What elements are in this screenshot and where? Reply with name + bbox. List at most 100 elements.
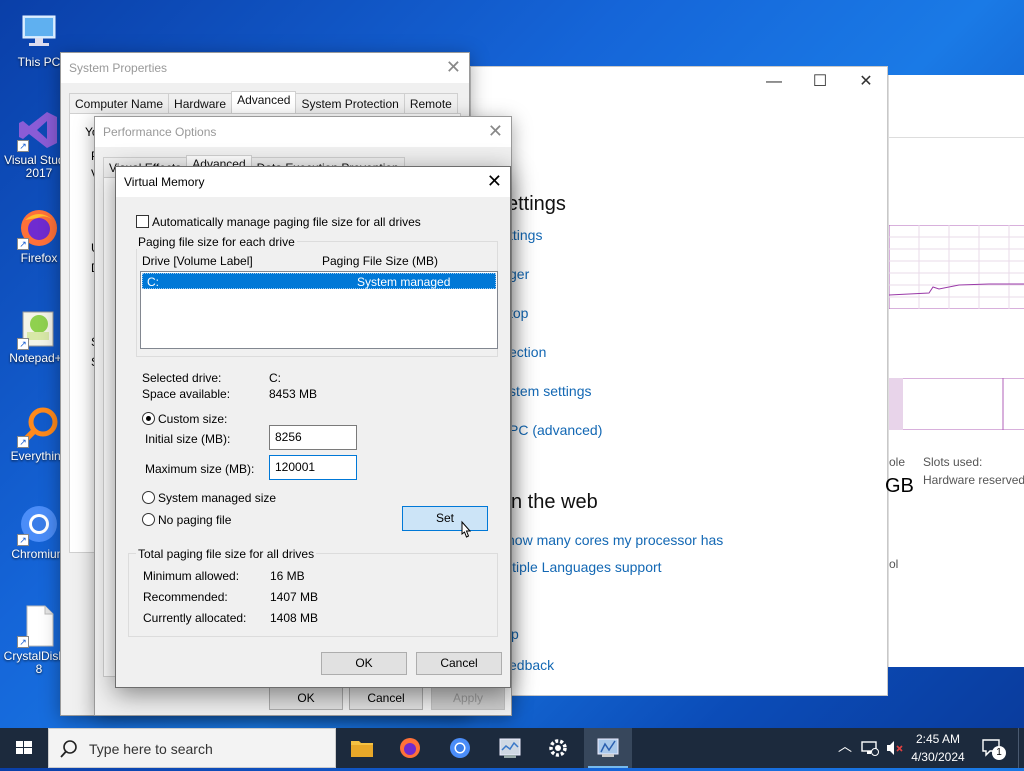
label-slots-used: Slots used: xyxy=(923,455,983,469)
cancel-button[interactable]: Cancel xyxy=(416,652,502,675)
taskbar-settings[interactable] xyxy=(534,728,582,768)
minimum-allowed-label: Minimum allowed: xyxy=(143,569,240,583)
paging-group-title: Paging file size for each drive xyxy=(136,235,297,249)
auto-manage-checkbox[interactable] xyxy=(136,215,149,228)
network-icon[interactable] xyxy=(860,738,880,758)
shortcut-arrow-icon: ↗ xyxy=(17,534,29,546)
clock-date[interactable]: 4/30/2024 xyxy=(904,750,972,764)
taskbar-search-box[interactable]: Type here to search xyxy=(48,728,336,768)
recommended-value: 1407 MB xyxy=(270,590,319,604)
taskbar: Type here to search ︿ 2:45 AM 4/30/2024 … xyxy=(0,728,1024,768)
ok-button[interactable]: OK xyxy=(321,652,407,675)
chromium-icon: ↗ xyxy=(17,502,61,546)
selected-drive-label: Selected drive: xyxy=(142,371,222,385)
settings-link[interactable]: PC (advanced) xyxy=(509,422,602,438)
volume-muted-icon[interactable] xyxy=(884,738,904,758)
shortcut-arrow-icon: ↗ xyxy=(17,338,29,350)
document-icon: ↗ xyxy=(17,604,61,648)
settings-heading: ettings xyxy=(507,193,566,215)
total-group-title: Total paging file size for all drives xyxy=(136,547,317,561)
tab-strip-line xyxy=(889,137,1024,138)
minimize-button[interactable]: — xyxy=(751,71,797,93)
custom-size-radio[interactable] xyxy=(142,412,155,425)
tab-hardware[interactable]: Hardware xyxy=(168,93,233,114)
label-ol: ol xyxy=(889,557,899,571)
custom-size-label[interactable]: Custom size: xyxy=(158,412,227,426)
shortcut-arrow-icon: ↗ xyxy=(17,140,29,152)
label-hardware-reserved: Hardware reserved: xyxy=(923,473,1024,487)
dialog-title: Performance Options xyxy=(103,125,217,139)
memory-composition-bar xyxy=(889,378,1024,430)
column-size: Paging File Size (MB) xyxy=(322,254,439,268)
performance-pane: ole Slots used: Hardware reserved: GB ol xyxy=(885,75,1024,667)
shortcut-arrow-icon: ↗ xyxy=(17,238,29,250)
settings-window: — ☐ ✕ ettings ttings ger top ection stem… xyxy=(470,66,888,696)
settings-link[interactable]: ection xyxy=(509,344,546,360)
show-hidden-icons[interactable]: ︿ xyxy=(838,736,852,756)
memory-graph xyxy=(889,225,1024,309)
drive-list[interactable]: C: System managed xyxy=(140,271,498,349)
title-bar: System Properties ✕ xyxy=(61,53,469,83)
web-help-link[interactable]: how many cores my processor has xyxy=(507,532,723,548)
settings-link[interactable]: stem settings xyxy=(509,383,591,399)
system-properties-icon xyxy=(597,738,619,757)
magnifier-icon: ↗ xyxy=(17,404,61,448)
clock-time[interactable]: 2:45 AM xyxy=(908,732,968,746)
close-icon[interactable]: ✕ xyxy=(446,57,461,78)
tab-remote[interactable]: Remote xyxy=(403,93,458,114)
recommended-label: Recommended: xyxy=(143,590,228,604)
system-managed-label[interactable]: System managed size xyxy=(158,491,276,505)
maximize-button[interactable]: ☐ xyxy=(797,71,843,93)
taskbar-file-explorer[interactable] xyxy=(338,728,386,768)
shortcut-arrow-icon: ↗ xyxy=(17,436,29,448)
web-help-link[interactable]: ltiple Languages support xyxy=(509,559,662,575)
start-button[interactable] xyxy=(0,728,48,768)
cancel-button[interactable]: Cancel xyxy=(349,687,423,710)
auto-manage-label[interactable]: Automatically manage paging file size fo… xyxy=(152,215,421,229)
title-bar: Virtual Memory ✕ xyxy=(116,167,510,197)
ok-button[interactable]: OK xyxy=(269,687,343,710)
taskbar-task-manager[interactable] xyxy=(486,728,534,768)
space-available-value: 8453 MB xyxy=(269,387,318,401)
search-placeholder: Type here to search xyxy=(89,741,213,757)
web-help-heading: n the web xyxy=(511,491,598,513)
initial-size-input[interactable]: 8256 xyxy=(269,425,357,450)
tab-system-protection[interactable]: System Protection xyxy=(295,93,405,114)
apply-button[interactable]: Apply xyxy=(431,687,505,710)
notification-center[interactable]: 1 xyxy=(980,736,1010,760)
tab-advanced[interactable]: Advanced xyxy=(231,91,297,114)
settings-link[interactable]: ger xyxy=(509,266,529,282)
set-button[interactable]: Set xyxy=(402,506,488,531)
firefox-icon xyxy=(400,738,420,758)
tab-computer-name[interactable]: Computer Name xyxy=(69,93,170,114)
system-managed-radio[interactable] xyxy=(142,491,155,504)
title-bar: Performance Options ✕ xyxy=(95,117,511,147)
task-manager-icon xyxy=(499,738,521,758)
settings-link[interactable]: ttings xyxy=(509,227,542,243)
no-paging-radio[interactable] xyxy=(142,513,155,526)
close-icon[interactable]: ✕ xyxy=(488,121,503,142)
maximum-size-input[interactable]: 120001 xyxy=(269,455,357,480)
space-available-label: Space available: xyxy=(142,387,231,401)
drive-size: System managed xyxy=(357,275,451,289)
taskbar-chromium[interactable] xyxy=(436,728,484,768)
label-ole: ole xyxy=(889,455,906,469)
web-help-link[interactable]: p xyxy=(511,626,519,642)
selected-drive-value: C: xyxy=(269,371,281,385)
shortcut-arrow-icon: ↗ xyxy=(17,636,29,648)
close-icon[interactable]: ✕ xyxy=(487,171,502,192)
gear-icon xyxy=(549,739,567,757)
search-icon xyxy=(60,740,77,758)
show-desktop-button[interactable] xyxy=(1018,728,1024,768)
windows-logo-icon xyxy=(16,741,32,754)
drive-row-c[interactable]: C: System managed xyxy=(142,273,496,289)
monitor-icon xyxy=(17,10,61,54)
notification-count-badge: 1 xyxy=(992,746,1006,760)
taskbar-firefox[interactable] xyxy=(386,728,434,768)
no-paging-label[interactable]: No paging file xyxy=(158,513,231,527)
initial-size-label: Initial size (MB): xyxy=(145,432,231,446)
web-help-link[interactable]: edback xyxy=(509,657,554,673)
currently-allocated-label: Currently allocated: xyxy=(143,611,247,625)
close-button[interactable]: ✕ xyxy=(843,71,889,93)
taskbar-system-properties[interactable] xyxy=(584,728,632,768)
